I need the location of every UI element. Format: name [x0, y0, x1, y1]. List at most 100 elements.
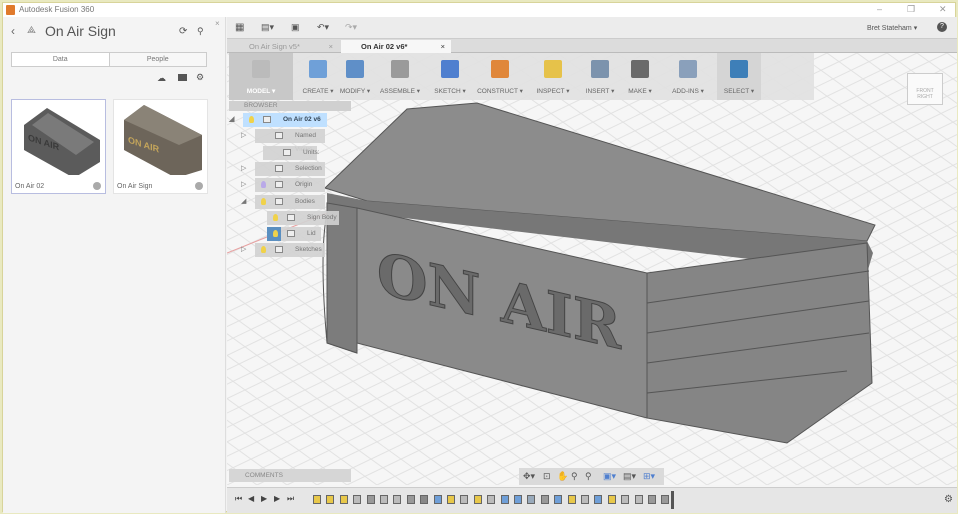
browser-node[interactable]: ▷Named Views	[241, 129, 325, 153]
ribbon-inspect[interactable]: INSPECT ▾	[527, 53, 579, 100]
timeline-marker[interactable]	[671, 491, 674, 509]
expand-icon[interactable]: ▷	[241, 243, 246, 257]
tab-data[interactable]: Data	[12, 53, 110, 66]
design-card[interactable]: ON AIR On Air 02	[11, 99, 106, 194]
viewports-icon[interactable]: ⊞▾	[643, 471, 655, 482]
timeline-control[interactable]: ▶	[261, 494, 267, 503]
close-panel-icon[interactable]: ×	[215, 19, 220, 28]
timeline-feature-icon[interactable]	[339, 495, 348, 504]
ribbon-make[interactable]: MAKE ▾	[621, 53, 659, 100]
timeline-feature-icon[interactable]	[487, 495, 496, 504]
look-at-icon[interactable]: ⊡	[543, 471, 551, 482]
browser-node[interactable]: Units: mm	[263, 145, 320, 170]
visibility-bulb-icon[interactable]	[273, 230, 278, 238]
undo-icon[interactable]: ↶▾	[317, 22, 329, 33]
info-icon[interactable]	[195, 182, 203, 190]
close-tab-icon[interactable]: ×	[329, 42, 333, 51]
close-tab-icon[interactable]: ×	[441, 42, 445, 51]
timeline-feature-icon[interactable]	[540, 495, 549, 504]
3d-viewport[interactable]: ON AIR FRONT RIGHT	[227, 53, 957, 485]
timeline-control[interactable]: ⏭	[287, 494, 294, 504]
browser-node[interactable]: ▷ Sketches	[241, 243, 325, 258]
timeline-feature-icon[interactable]	[567, 495, 576, 504]
visibility-bulb-icon[interactable]	[261, 246, 266, 254]
ribbon-assemble[interactable]: ASSEMBLE ▾	[373, 53, 427, 100]
visibility-bulb-icon[interactable]	[249, 116, 254, 123]
display-settings-icon[interactable]: ▣▾	[603, 471, 616, 482]
timeline-feature-icon[interactable]	[607, 495, 616, 504]
zoom-icon[interactable]: ⚲	[571, 471, 578, 482]
ribbon-modify[interactable]: MODIFY ▾	[337, 53, 373, 100]
browser-node[interactable]: ▷ Origin	[241, 178, 325, 193]
ribbon-select[interactable]: SELECT ▾	[717, 53, 761, 100]
timeline-feature-icon[interactable]	[554, 495, 563, 504]
help-icon[interactable]: ?	[937, 22, 947, 32]
visibility-bulb-icon[interactable]	[261, 197, 266, 205]
viewcube-right[interactable]: RIGHT	[917, 94, 933, 100]
ribbon-construct[interactable]: CONSTRUCT ▾	[473, 53, 527, 100]
timeline-feature-icon[interactable]	[473, 495, 482, 504]
timeline-feature-icon[interactable]	[380, 495, 388, 504]
browser-node[interactable]: ◢ Bodies	[241, 194, 325, 209]
tab-on-air-02[interactable]: On Air 02 v6* ×	[341, 40, 451, 53]
timeline-feature-icon[interactable]	[353, 495, 362, 504]
user-menu[interactable]: Bret Stateham ▾	[867, 24, 917, 32]
browser-node[interactable]: ◢ On Air 02 v6	[229, 113, 327, 127]
expand-icon[interactable]: ◢	[241, 195, 246, 209]
grid-menu-icon[interactable]: ▦	[235, 22, 244, 33]
pan-icon[interactable]: ✋	[557, 471, 568, 482]
visibility-bulb-icon[interactable]	[261, 181, 266, 189]
upload-icon[interactable]: ☁	[157, 73, 166, 84]
orbit-icon[interactable]: ✥▾	[523, 471, 535, 482]
expand-icon[interactable]: ▷	[241, 178, 246, 192]
redo-icon[interactable]: ↷▾	[345, 22, 357, 33]
timeline-feature-icon[interactable]	[433, 495, 442, 504]
timeline-feature-icon[interactable]	[366, 495, 375, 504]
timeline-feature-icon[interactable]	[393, 495, 402, 504]
ribbon-model[interactable]: MODEL ▾	[229, 53, 293, 100]
timeline-control[interactable]: ⏮	[235, 494, 242, 504]
ribbon-add-ins[interactable]: ADD-INS ▾	[659, 53, 717, 100]
expand-icon[interactable]: ◢	[229, 113, 234, 127]
search-icon[interactable]: ⚲	[197, 26, 204, 37]
timeline-feature-icon[interactable]	[326, 495, 335, 504]
timeline-control[interactable]: ◀	[248, 494, 254, 503]
new-folder-icon[interactable]	[178, 74, 187, 81]
design-card[interactable]: ON AIR On Air Sign	[113, 99, 208, 194]
timeline-feature-icon[interactable]	[621, 495, 630, 504]
timeline-feature-icon[interactable]	[420, 495, 429, 504]
settings-icon[interactable]: ⚙	[196, 72, 204, 83]
back-icon[interactable]: ‹	[11, 24, 15, 38]
timeline-feature-icon[interactable]	[447, 495, 455, 504]
timeline-feature-icon[interactable]	[527, 495, 536, 504]
comments-panel[interactable]: COMMENTS	[229, 469, 351, 482]
file-icon[interactable]: ▤▾	[261, 22, 274, 33]
timeline-feature-icon[interactable]	[406, 495, 415, 504]
refresh-icon[interactable]: ⟳	[179, 26, 187, 37]
timeline-feature-icon[interactable]	[581, 495, 589, 504]
grid-settings-icon[interactable]: ▤▾	[623, 471, 636, 482]
timeline-feature-icon[interactable]	[514, 495, 522, 504]
timeline-feature-icon[interactable]	[648, 495, 656, 504]
timeline-feature-icon[interactable]	[313, 495, 321, 504]
close-button[interactable]: ✕	[939, 4, 947, 15]
timeline-control[interactable]: ▶	[274, 494, 280, 503]
maximize-button[interactable]: ❐	[907, 4, 915, 15]
timeline-settings-icon[interactable]: ⚙	[944, 494, 953, 505]
timeline-feature-icon[interactable]	[661, 495, 670, 504]
browser-node[interactable]: Lid	[267, 227, 321, 242]
timeline-feature-icon[interactable]	[460, 495, 469, 504]
ribbon-insert[interactable]: INSERT ▾	[579, 53, 621, 100]
ribbon-sketch[interactable]: SKETCH ▾	[427, 53, 473, 100]
expand-icon[interactable]: ▷	[241, 129, 246, 143]
expand-icon[interactable]: ▷	[241, 162, 246, 176]
browser-node[interactable]: ▷Selection Sets	[241, 161, 325, 186]
tab-people[interactable]: People	[110, 53, 207, 66]
save-icon[interactable]: ▣	[291, 22, 300, 33]
tab-on-air-sign[interactable]: On Air Sign v5* ×	[229, 40, 339, 53]
timeline-feature-icon[interactable]	[500, 495, 509, 504]
info-icon[interactable]	[93, 182, 101, 190]
timeline-feature-icon[interactable]	[594, 495, 603, 504]
visibility-bulb-icon[interactable]	[273, 213, 278, 221]
browser-node[interactable]: Sign Body	[267, 210, 339, 225]
